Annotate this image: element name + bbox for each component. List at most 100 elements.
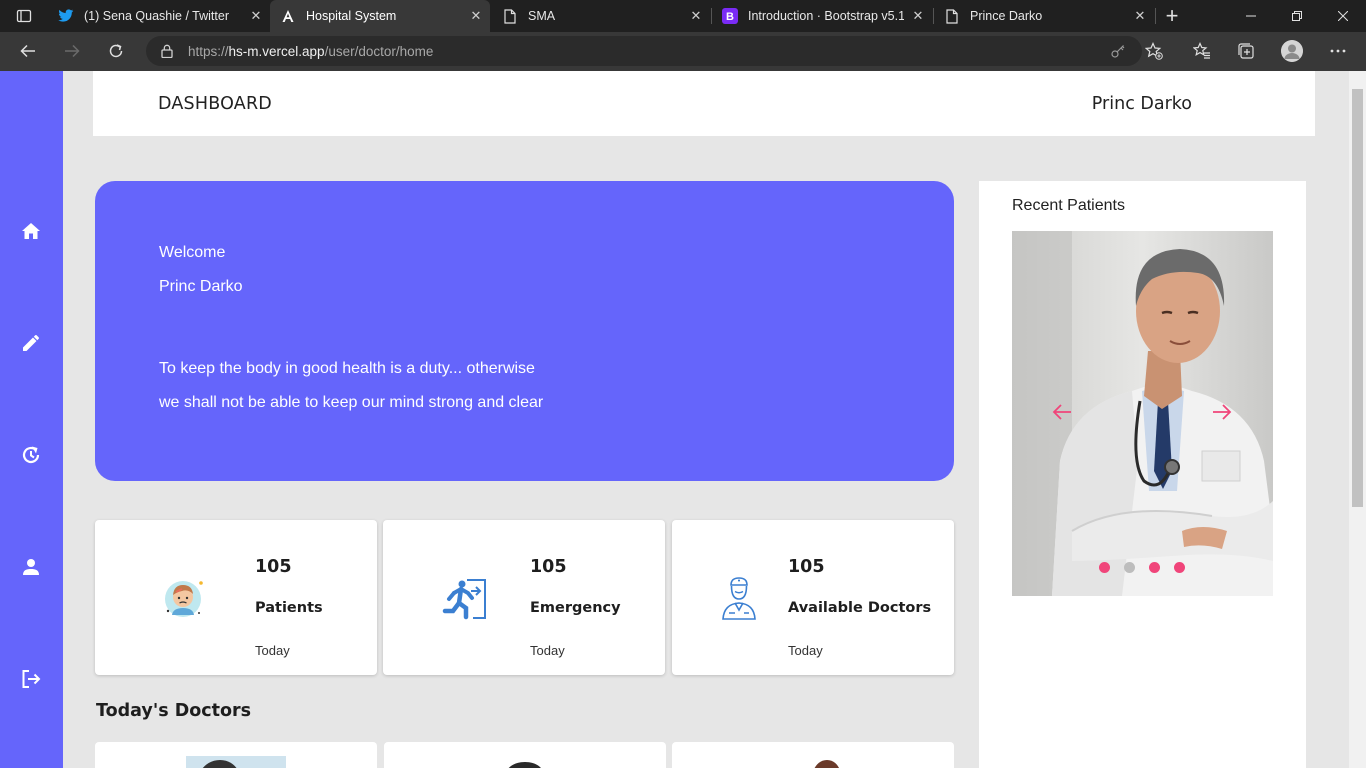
bootstrap-icon: B (722, 8, 738, 24)
add-favorite-button[interactable] (1138, 36, 1170, 66)
twitter-icon (58, 8, 74, 24)
section-title: Today's Doctors (96, 701, 252, 721)
patient-icon (160, 575, 206, 621)
lock-icon[interactable] (160, 44, 174, 58)
recent-patients-panel: Recent Patients (979, 181, 1306, 768)
settings-more-button[interactable] (1322, 36, 1354, 66)
stat-period: Today (255, 643, 290, 658)
page-header: DASHBOARD Princ Darko (93, 71, 1315, 136)
doctor-card[interactable] (672, 742, 954, 768)
tab-sma[interactable]: SMA ✕ (492, 0, 710, 32)
favorites-button[interactable] (1186, 36, 1218, 66)
svg-text:B: B (726, 11, 734, 23)
person-icon[interactable] (20, 556, 42, 578)
page-viewport: DASHBOARD Princ Darko Welcome Princ Dark… (0, 71, 1366, 768)
doctor-icon (716, 575, 762, 621)
new-tab-button[interactable]: + (1160, 0, 1184, 32)
refresh-button[interactable] (100, 36, 132, 66)
page-icon (502, 8, 518, 24)
close-tab-icon[interactable]: ✕ (242, 8, 270, 24)
carousel-prev-icon[interactable] (1050, 400, 1074, 424)
tab-actions-button[interactable] (0, 0, 48, 32)
user-name[interactable]: Princ Darko (1092, 94, 1192, 114)
tab-title: Prince Darko (970, 9, 1043, 23)
restore-icon (1292, 11, 1302, 21)
welcome-quote-line: we shall not be able to keep our mind st… (159, 394, 544, 411)
address-bar[interactable]: https://hs-m.vercel.app/user/doctor/home (146, 36, 1142, 66)
doctor-photo (186, 756, 286, 768)
restore-button[interactable] (1274, 0, 1320, 32)
back-arrow-icon (20, 44, 35, 58)
carousel-dot[interactable] (1174, 562, 1185, 573)
doctor-photo (508, 762, 541, 768)
stat-value: 105 (530, 557, 567, 577)
back-button[interactable] (12, 36, 44, 66)
carousel-dot[interactable] (1149, 562, 1160, 573)
scrollbar-thumb[interactable] (1352, 89, 1363, 507)
carousel-dot[interactable] (1124, 562, 1135, 573)
close-tab-icon[interactable]: ✕ (904, 8, 932, 24)
edit-icon[interactable] (20, 332, 42, 354)
stat-value: 105 (255, 557, 292, 577)
close-icon (1338, 11, 1348, 21)
tab-title: SMA (528, 9, 556, 23)
stat-label: Emergency (530, 600, 621, 616)
minimize-icon (1246, 15, 1256, 17)
collections-icon (1238, 43, 1254, 59)
close-tab-icon[interactable]: ✕ (682, 8, 710, 24)
tab-title: Hospital System (306, 9, 397, 23)
welcome-greeting: Welcome (159, 244, 226, 261)
page-title: DASHBOARD (158, 94, 272, 114)
stat-label: Available Doctors (788, 600, 932, 616)
stat-label: Patients (255, 600, 323, 616)
profile-avatar[interactable] (1281, 40, 1303, 62)
tab-twitter[interactable]: (1) Sena Quashie / Twitter ✕ (48, 0, 270, 32)
welcome-name: Princ Darko (159, 278, 243, 295)
logout-icon[interactable] (20, 668, 42, 690)
collections-button[interactable] (1230, 36, 1262, 66)
browser-tabstrip: (1) Sena Quashie / Twitter ✕ Hospital Sy… (0, 0, 1366, 32)
welcome-banner: Welcome Princ Darko To keep the body in … (95, 181, 954, 481)
doctor-card[interactable] (384, 742, 666, 768)
carousel-dot[interactable] (1099, 562, 1110, 573)
tab-bootstrap[interactable]: B Introduction · Bootstrap v5.1 ✕ (712, 0, 932, 32)
forward-arrow-icon (65, 44, 80, 58)
stat-period: Today (530, 643, 565, 658)
stat-value: 105 (788, 557, 825, 577)
panel-title: Recent Patients (1012, 197, 1125, 214)
tab-title: Introduction · Bootstrap v5.1 (748, 9, 904, 23)
tab-actions-icon (16, 9, 32, 23)
url-text[interactable]: https://hs-m.vercel.app/user/doctor/home (188, 44, 433, 59)
page-icon (944, 8, 960, 24)
emergency-exit-icon (441, 575, 487, 621)
key-icon[interactable] (1110, 43, 1126, 59)
tab-prince-darko[interactable]: Prince Darko ✕ (934, 0, 1154, 32)
browser-toolbar: https://hs-m.vercel.app/user/doctor/home (0, 32, 1366, 71)
home-icon[interactable] (20, 220, 42, 242)
history-icon[interactable] (20, 444, 42, 466)
more-icon (1330, 49, 1346, 53)
carousel-next-icon[interactable] (1210, 400, 1234, 424)
stat-card-emergency[interactable]: 105 Emergency Today (383, 520, 665, 675)
doctor-photo (814, 760, 839, 768)
tab-hospital-system[interactable]: Hospital System ✕ (270, 0, 490, 32)
star-add-icon (1145, 42, 1163, 60)
close-window-button[interactable] (1320, 0, 1366, 32)
doctor-card[interactable] (95, 742, 377, 768)
carousel-indicators (1099, 562, 1185, 573)
forward-button[interactable] (56, 36, 88, 66)
page-scrollbar[interactable] (1349, 71, 1366, 768)
welcome-quote-line: To keep the body in good health is a dut… (159, 360, 535, 377)
angular-icon (280, 8, 296, 24)
refresh-icon (109, 44, 123, 58)
favorites-icon (1193, 42, 1210, 59)
profile-icon (1281, 40, 1303, 62)
minimize-button[interactable] (1228, 0, 1274, 32)
stat-period: Today (788, 643, 823, 658)
patient-carousel[interactable] (1012, 231, 1273, 596)
stat-card-patients[interactable]: 105 Patients Today (95, 520, 377, 675)
close-tab-icon[interactable]: ✕ (1126, 8, 1154, 24)
stat-card-available-doctors[interactable]: 105 Available Doctors Today (672, 520, 954, 675)
close-tab-icon[interactable]: ✕ (462, 8, 490, 24)
tab-title: (1) Sena Quashie / Twitter (84, 9, 229, 23)
